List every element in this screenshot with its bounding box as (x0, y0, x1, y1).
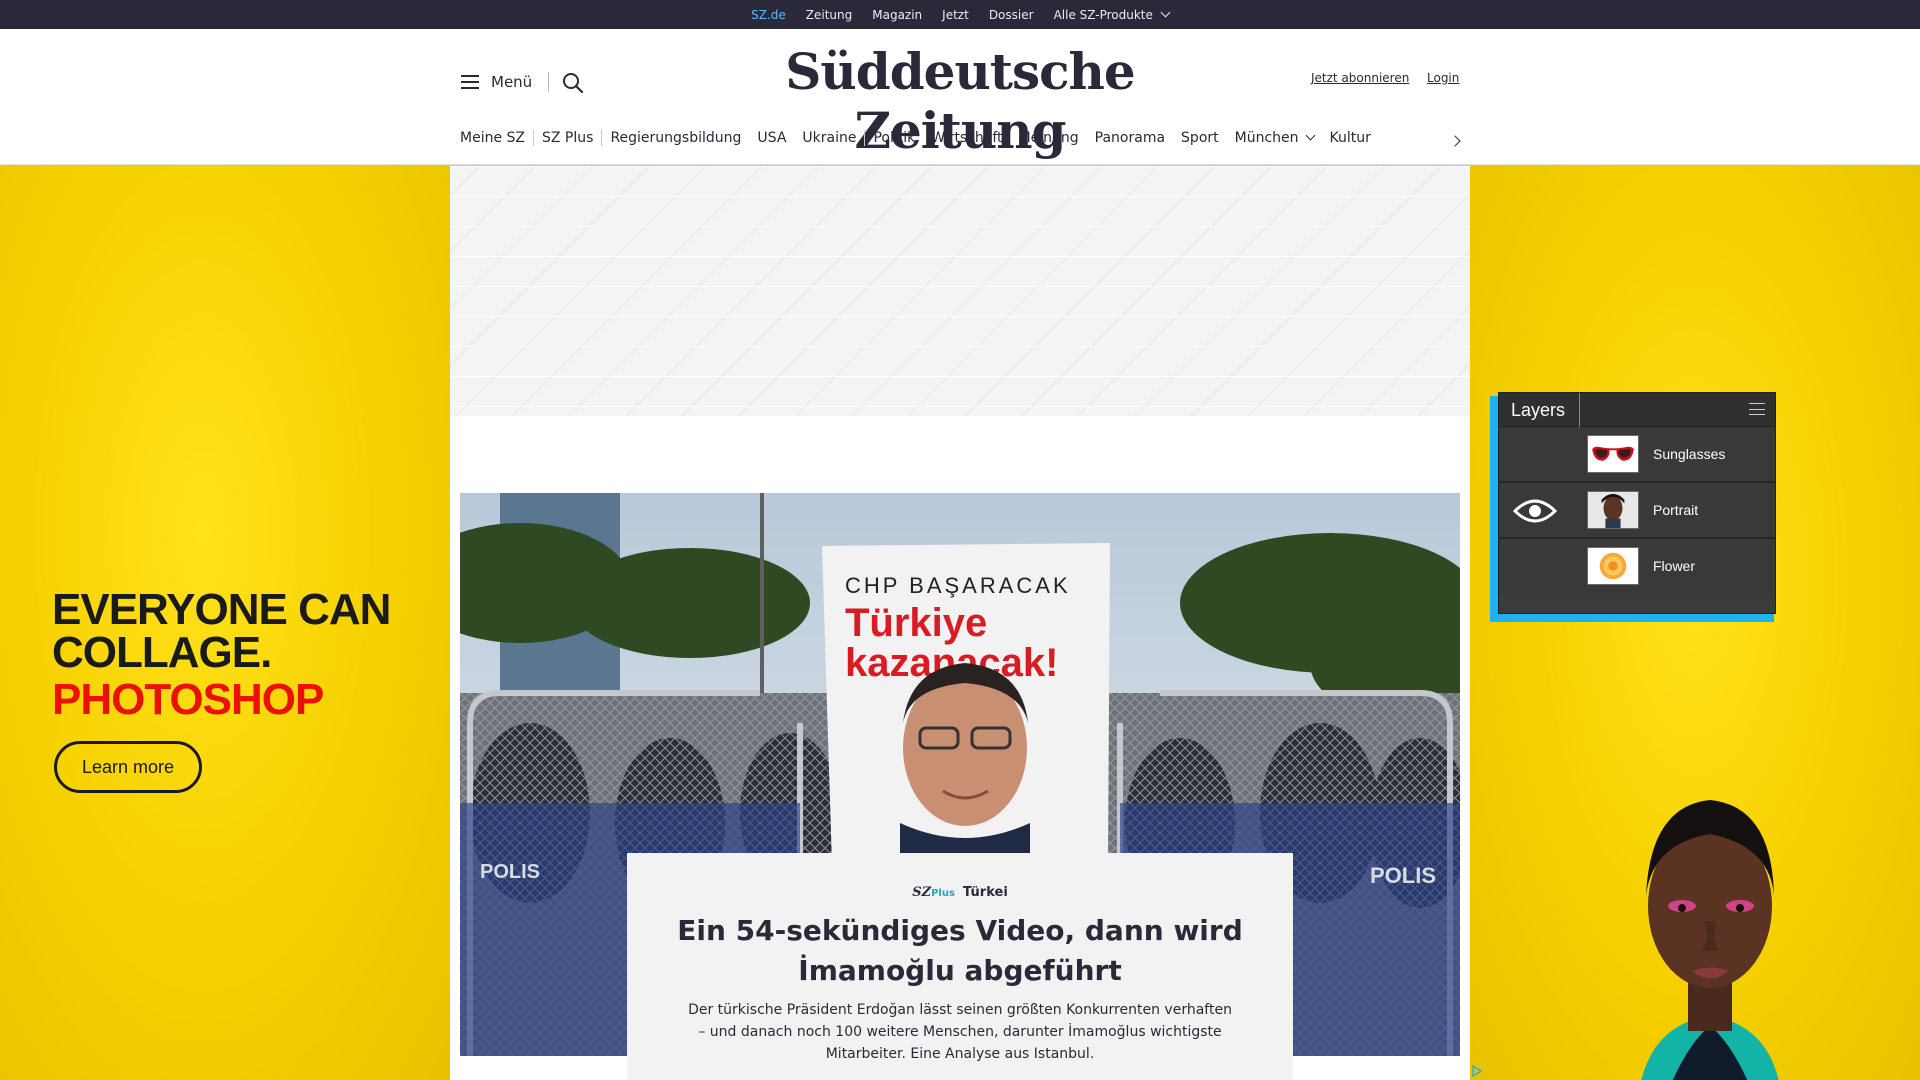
layer-row-flower[interactable]: Flower (1499, 539, 1775, 595)
topbar-link-jetzt[interactable]: Jetzt (942, 8, 969, 22)
menu-label: Menü (491, 73, 533, 91)
nav-item-meinung[interactable]: Meinung (1011, 130, 1087, 146)
nav-item-regierungsbildung[interactable]: Regierungsbildung (602, 130, 749, 146)
barrier-text-left: POLIS (480, 861, 540, 883)
topbar-link-alle-produkte[interactable]: Alle SZ-Produkte (1053, 7, 1171, 22)
sz-plus-badge: SZPlus (912, 885, 955, 900)
panel-menu-icon[interactable] (1749, 403, 1765, 415)
main-content: POLIS POLIS CHP BAŞARACAK Türkiye kazana… (450, 166, 1470, 1080)
layer-name: Flower (1653, 558, 1696, 574)
layers-panel: Layers Sunglasses Portrait Flower (1498, 392, 1776, 614)
sunglasses-thumbnail-icon (1587, 435, 1639, 473)
nav-item-muenchen[interactable]: München (1227, 130, 1322, 146)
chevron-right-icon[interactable] (1448, 131, 1468, 151)
nav-item-sport[interactable]: Sport (1173, 130, 1227, 146)
ad-brand-photoshop: PHOTOSHOP (52, 675, 324, 724)
sz-plus-brand: SZ (912, 885, 932, 900)
nav-muenchen-label: München (1234, 130, 1299, 146)
learn-more-button[interactable]: Learn more (54, 741, 202, 793)
eye-icon[interactable] (1513, 497, 1557, 525)
teaser-summary: Der türkische Präsident Erdoğan lässt se… (688, 1002, 1232, 1062)
flower-thumbnail-icon (1587, 547, 1639, 585)
teaser-topic: Türkei (962, 885, 1008, 900)
nav-item-wirtschaft[interactable]: Wirtschaft (923, 130, 1010, 146)
teaser-headline[interactable]: Ein 54-sekündiges Video, dann wird İmamo… (647, 911, 1273, 991)
layers-tab-divider (1579, 393, 1580, 427)
topbar-link-sz-de[interactable]: SZ.de (751, 8, 786, 22)
menu-button[interactable]: Menü (461, 73, 532, 91)
topbar-alle-produkte-label: Alle SZ-Produkte (1053, 7, 1153, 22)
barrier-text-right: POLIS (1370, 863, 1436, 888)
ad-headline-line1: EVERYONE CAN (52, 585, 391, 634)
sign-top-text: CHP BAŞARACAK (845, 573, 1071, 598)
portrait-thumbnail-icon (1587, 491, 1639, 529)
layer-row-sunglasses[interactable]: Sunglasses (1499, 427, 1775, 483)
layers-panel-header: Layers (1499, 393, 1775, 427)
ad-portrait-image (1641, 800, 1779, 1080)
adchoices-icon[interactable] (1471, 1065, 1483, 1077)
ad-banner-left[interactable]: EVERYONE CAN COLLAGE. PHOTOSHOP Learn mo… (0, 166, 450, 1080)
search-icon[interactable] (561, 71, 585, 95)
nav-item-kultur[interactable]: Kultur (1322, 130, 1379, 146)
login-link[interactable]: Login (1427, 71, 1459, 85)
nav-item-panorama[interactable]: Panorama (1087, 130, 1173, 146)
nav-item-ukraine[interactable]: Ukraine (794, 130, 864, 146)
nav-item-sz-plus[interactable]: SZ Plus (534, 130, 601, 146)
topbar-link-dossier[interactable]: Dossier (989, 8, 1034, 22)
chevron-down-icon (1160, 7, 1171, 17)
sign-line1: Türkiye (845, 601, 987, 645)
layer-name: Portrait (1653, 502, 1699, 518)
sz-plus-label: Plus (931, 888, 955, 899)
section-nav: Meine SZ SZ Plus Regierungsbildung USA U… (460, 130, 1379, 146)
menu-icon (461, 75, 479, 89)
top-bar: SZ.de Zeitung Magazin Jetzt Dossier Alle… (0, 0, 1920, 29)
nav-item-meine-sz[interactable]: Meine SZ (460, 130, 533, 146)
topbar-link-magazin[interactable]: Magazin (872, 8, 922, 22)
layer-name: Sunglasses (1653, 446, 1726, 462)
chevron-down-icon (1305, 130, 1315, 141)
nav-item-politik[interactable]: Politik (865, 130, 923, 146)
ad-headline-line2: COLLAGE. (52, 628, 272, 677)
layers-panel-title: Layers (1511, 400, 1566, 420)
article-teaser[interactable]: SZPlus Türkei Ein 54-sekündiges Video, d… (627, 853, 1293, 1080)
layer-row-portrait[interactable]: Portrait (1499, 483, 1775, 539)
subscribe-link[interactable]: Jetzt abonnieren (1311, 71, 1409, 85)
header-divider (548, 72, 549, 92)
ad-placeholder (450, 166, 1470, 416)
site-header: Menü Süddeutsche Zeitung Jetzt abonniere… (0, 29, 1920, 165)
topbar-link-zeitung[interactable]: Zeitung (806, 8, 852, 22)
teaser-kicker: SZPlus Türkei (627, 885, 1293, 900)
ad-banner-right[interactable]: Layers Sunglasses Portrait Flower (1470, 166, 1920, 1080)
nav-item-usa[interactable]: USA (749, 130, 794, 146)
